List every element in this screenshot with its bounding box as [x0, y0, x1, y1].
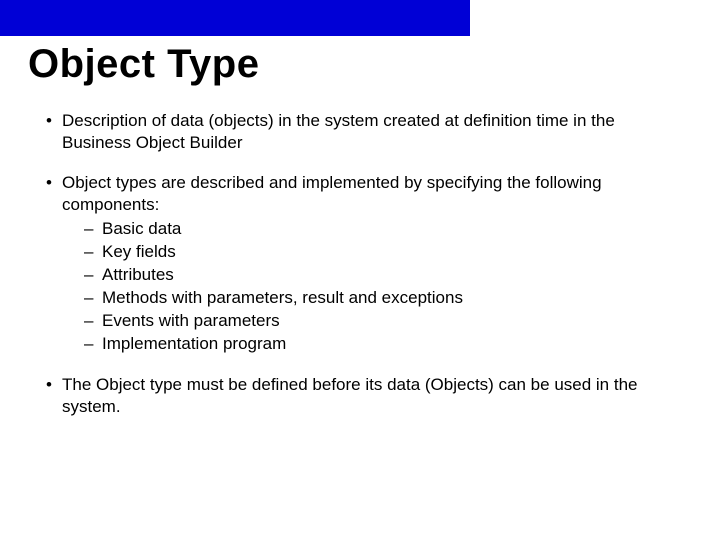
bullet-text: Object types are described and implement…: [62, 173, 602, 214]
sub-bullet-item: Events with parameters: [62, 310, 680, 333]
sub-bullet-item: Methods with parameters, result and exce…: [62, 287, 680, 310]
bullet-item: Description of data (objects) in the sys…: [40, 110, 680, 154]
sub-bullet-item: Key fields: [62, 241, 680, 264]
bullet-list: Description of data (objects) in the sys…: [40, 110, 680, 418]
bullet-item: The Object type must be defined before i…: [40, 374, 680, 418]
sub-bullet-text: Events with parameters: [102, 311, 280, 330]
sub-bullet-text: Methods with parameters, result and exce…: [102, 288, 463, 307]
page-title: Object Type: [28, 42, 259, 87]
header-accent-bar: [0, 0, 470, 36]
sub-bullet-text: Key fields: [102, 242, 176, 261]
sub-bullet-text: Basic data: [102, 219, 181, 238]
sub-bullet-item: Basic data: [62, 218, 680, 241]
sub-bullet-text: Attributes: [102, 265, 174, 284]
slide-content: Description of data (objects) in the sys…: [40, 110, 680, 436]
bullet-text: Description of data (objects) in the sys…: [62, 111, 615, 152]
sub-bullet-item: Attributes: [62, 264, 680, 287]
sub-bullet-text: Implementation program: [102, 334, 286, 353]
sub-bullet-list: Basic data Key fields Attributes Methods…: [62, 218, 680, 356]
sub-bullet-item: Implementation program: [62, 333, 680, 356]
bullet-item: Object types are described and implement…: [40, 172, 680, 356]
bullet-text: The Object type must be defined before i…: [62, 375, 638, 416]
